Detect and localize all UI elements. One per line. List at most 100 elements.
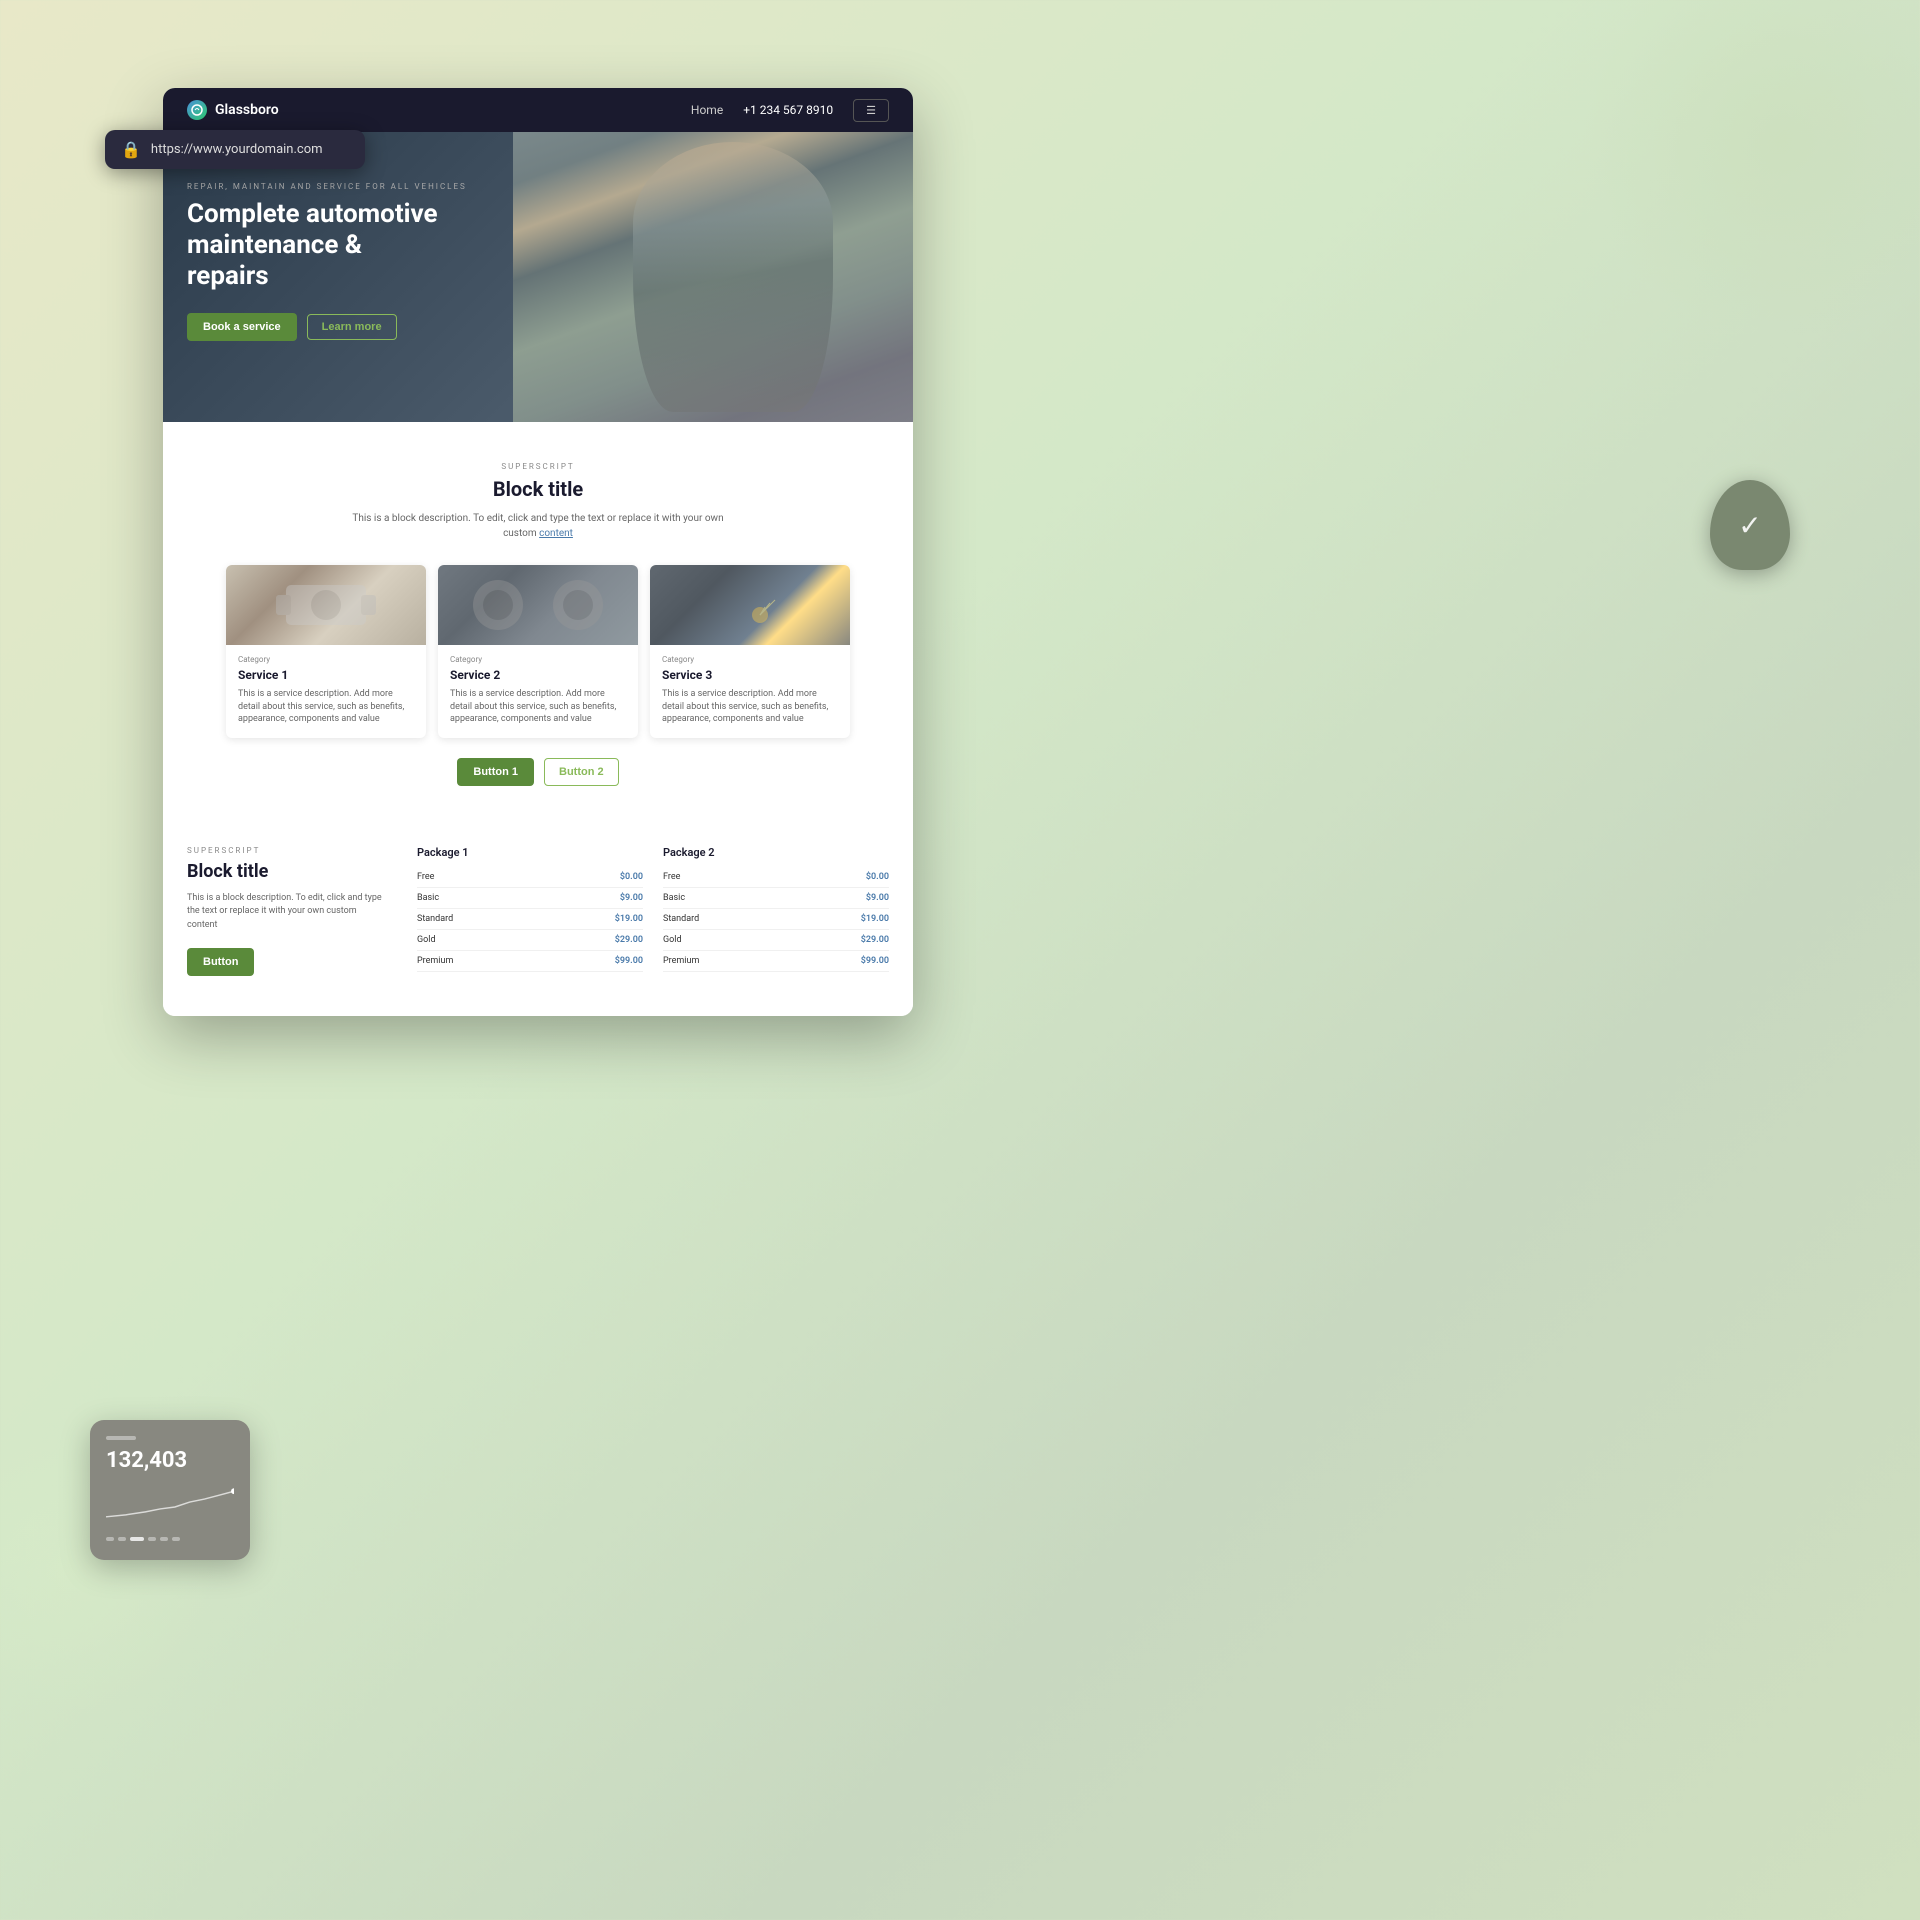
pricing-label: Free bbox=[417, 872, 434, 882]
pricing-description: This is a block description. To edit, cl… bbox=[187, 892, 387, 933]
stats-dots bbox=[106, 1537, 234, 1541]
pricing-section: SUPERSCRIPT Block title This is a block … bbox=[163, 816, 913, 1017]
services-section: SUPERSCRIPT Block title This is a block … bbox=[163, 422, 913, 816]
pricing-price: $0.00 bbox=[866, 872, 889, 882]
card-3-description: This is a service description. Add more … bbox=[662, 688, 838, 726]
nav-menu-button[interactable]: ☰ bbox=[853, 99, 889, 122]
service-card-2-image bbox=[438, 565, 638, 645]
lock-icon: 🔒 bbox=[121, 140, 141, 159]
pricing-row: Basic $9.00 bbox=[417, 888, 643, 909]
pricing-price: $19.00 bbox=[615, 914, 643, 924]
hero-image bbox=[463, 132, 913, 422]
services-superscript: SUPERSCRIPT bbox=[187, 462, 889, 471]
pricing-label: Gold bbox=[417, 935, 436, 945]
pricing-price: $29.00 bbox=[615, 935, 643, 945]
services-title: Block title bbox=[187, 477, 889, 501]
hero-content: REPAIR, MAINTAIN AND SERVICE FOR ALL VEH… bbox=[187, 182, 467, 341]
pricing-label: Premium bbox=[663, 956, 699, 966]
stats-dot bbox=[118, 1537, 126, 1541]
nav-links: Home +1 234 567 8910 ☰ bbox=[691, 99, 889, 122]
service-card-3: Category Service 3 This is a service des… bbox=[650, 565, 850, 738]
stats-chart bbox=[106, 1485, 234, 1525]
services-desc-link[interactable]: content bbox=[539, 528, 573, 539]
pricing-price: $0.00 bbox=[620, 872, 643, 882]
card-3-title: Service 3 bbox=[662, 668, 838, 682]
pricing-label: Standard bbox=[417, 914, 453, 924]
pricing-superscript: SUPERSCRIPT bbox=[187, 846, 387, 855]
service-card-3-image bbox=[650, 565, 850, 645]
stats-dot bbox=[172, 1537, 180, 1541]
pricing-label: Free bbox=[663, 872, 680, 882]
hero-section: REPAIR, MAINTAIN AND SERVICE FOR ALL VEH… bbox=[163, 132, 913, 422]
pricing-tables: Package 1 Free $0.00 Basic $9.00 Standar… bbox=[417, 846, 889, 977]
services-desc-text: This is a block description. To edit, cl… bbox=[352, 513, 723, 539]
card-1-category: Category bbox=[238, 655, 414, 664]
hero-buttons: Book a service Learn more bbox=[187, 313, 467, 341]
card-2-category: Category bbox=[450, 655, 626, 664]
service-card-3-body: Category Service 3 This is a service des… bbox=[650, 645, 850, 738]
service-card-1-image bbox=[226, 565, 426, 645]
pricing-left: SUPERSCRIPT Block title This is a block … bbox=[187, 846, 387, 977]
pricing-label: Premium bbox=[417, 956, 453, 966]
stats-dot-active bbox=[130, 1537, 144, 1541]
hero-title: Complete automotive maintenance & repair… bbox=[187, 199, 447, 293]
pricing-row: Basic $9.00 bbox=[663, 888, 889, 909]
card-2-description: This is a service description. Add more … bbox=[450, 688, 626, 726]
pricing-label: Gold bbox=[663, 935, 682, 945]
pricing-row: Standard $19.00 bbox=[417, 909, 643, 930]
pricing-table-1: Package 1 Free $0.00 Basic $9.00 Standar… bbox=[417, 846, 643, 977]
card-1-title: Service 1 bbox=[238, 668, 414, 682]
stats-number: 132,403 bbox=[106, 1448, 234, 1473]
pricing-label: Basic bbox=[417, 893, 439, 903]
service-card-2: Category Service 2 This is a service des… bbox=[438, 565, 638, 738]
card-1-description: This is a service description. Add more … bbox=[238, 688, 414, 726]
service-card-1-body: Category Service 1 This is a service des… bbox=[226, 645, 426, 738]
package-2-title: Package 2 bbox=[663, 846, 889, 859]
pricing-button[interactable]: Button bbox=[187, 948, 254, 976]
pricing-row: Premium $99.00 bbox=[417, 951, 643, 972]
section-button-2[interactable]: Button 2 bbox=[544, 758, 619, 786]
pricing-label: Standard bbox=[663, 914, 699, 924]
stats-dot bbox=[106, 1537, 114, 1541]
pricing-table-2: Package 2 Free $0.00 Basic $9.00 Standar… bbox=[663, 846, 889, 977]
pricing-price: $19.00 bbox=[861, 914, 889, 924]
shield-badge: ✓ bbox=[1710, 480, 1790, 570]
service-card-2-body: Category Service 2 This is a service des… bbox=[438, 645, 638, 738]
hero-superscript: REPAIR, MAINTAIN AND SERVICE FOR ALL VEH… bbox=[187, 182, 467, 191]
pricing-row: Free $0.00 bbox=[417, 867, 643, 888]
pricing-label: Basic bbox=[663, 893, 685, 903]
url-text: https://www.yourdomain.com bbox=[151, 142, 323, 157]
service-card-1: Category Service 1 This is a service des… bbox=[226, 565, 426, 738]
pricing-price: $9.00 bbox=[866, 893, 889, 903]
website-container: Glassboro Home +1 234 567 8910 ☰ REPAIR,… bbox=[163, 88, 913, 1016]
logo-icon bbox=[187, 100, 207, 120]
nav-home-link[interactable]: Home bbox=[691, 103, 723, 117]
stats-dot bbox=[160, 1537, 168, 1541]
card-3-category: Category bbox=[662, 655, 838, 664]
package-1-title: Package 1 bbox=[417, 846, 643, 859]
nav-logo: Glassboro bbox=[187, 100, 279, 120]
stats-card: 132,403 bbox=[90, 1420, 250, 1560]
pricing-price: $9.00 bbox=[620, 893, 643, 903]
logo-text: Glassboro bbox=[215, 102, 279, 118]
book-service-button[interactable]: Book a service bbox=[187, 313, 297, 341]
pricing-row: Premium $99.00 bbox=[663, 951, 889, 972]
shield-check-icon: ✓ bbox=[1738, 509, 1761, 542]
card-2-title: Service 2 bbox=[450, 668, 626, 682]
pricing-row: Free $0.00 bbox=[663, 867, 889, 888]
pricing-title: Block title bbox=[187, 861, 387, 882]
learn-more-button[interactable]: Learn more bbox=[307, 314, 397, 340]
pricing-row: Gold $29.00 bbox=[663, 930, 889, 951]
section-button-1[interactable]: Button 1 bbox=[457, 758, 534, 786]
pricing-row: Standard $19.00 bbox=[663, 909, 889, 930]
menu-icon: ☰ bbox=[866, 105, 876, 117]
stats-dot bbox=[148, 1537, 156, 1541]
nav-phone: +1 234 567 8910 bbox=[743, 103, 833, 117]
services-description: This is a block description. To edit, cl… bbox=[348, 511, 728, 541]
url-bar-floating: 🔒 https://www.yourdomain.com bbox=[105, 130, 365, 169]
pricing-price: $29.00 bbox=[861, 935, 889, 945]
section-buttons: Button 1 Button 2 bbox=[187, 758, 889, 786]
pricing-price: $99.00 bbox=[861, 956, 889, 966]
pricing-row: Gold $29.00 bbox=[417, 930, 643, 951]
service-cards-container: Category Service 1 This is a service des… bbox=[187, 565, 889, 738]
